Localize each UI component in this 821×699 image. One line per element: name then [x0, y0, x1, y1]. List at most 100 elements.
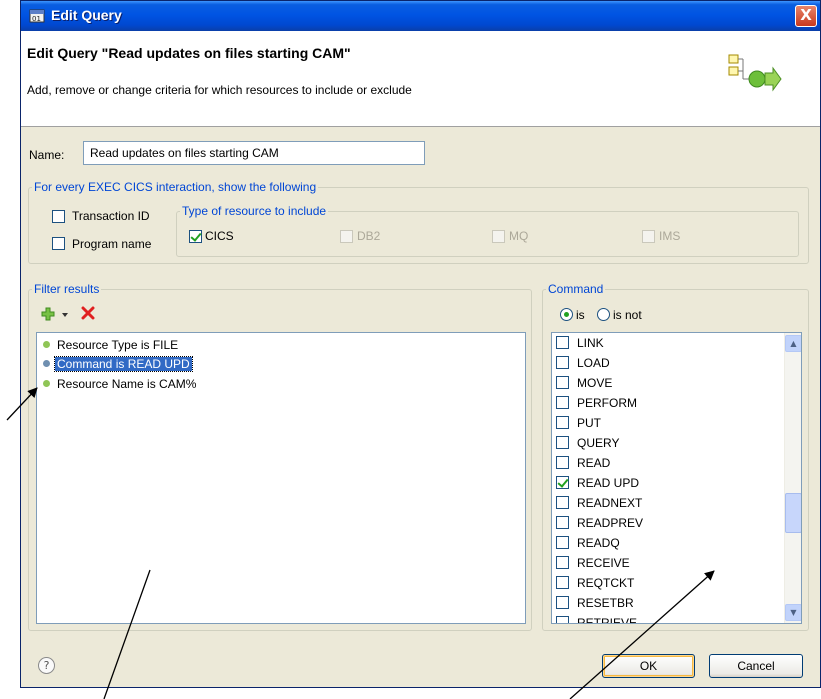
command-item[interactable]: READQ	[552, 533, 782, 553]
program-name-checkbox[interactable]	[52, 237, 65, 250]
command-is-radio[interactable]	[560, 308, 573, 321]
command-legend: Command	[546, 282, 606, 296]
command-item[interactable]: READPREV	[552, 513, 782, 533]
command-label: LOAD	[577, 356, 610, 370]
mq-checkbox	[492, 230, 505, 243]
command-checkbox[interactable]	[556, 336, 569, 349]
cics-label: CICS	[205, 229, 234, 243]
command-checkbox[interactable]	[556, 536, 569, 549]
command-label: READ	[577, 456, 611, 470]
cancel-button[interactable]: Cancel	[709, 654, 803, 678]
command-checkbox[interactable]	[556, 376, 569, 389]
command-label: READPREV	[577, 516, 644, 530]
svg-text:01: 01	[32, 15, 41, 23]
command-item[interactable]: PUT	[552, 413, 782, 433]
help-icon[interactable]: ?	[38, 657, 55, 674]
command-label: MOVE	[577, 376, 613, 390]
ims-checkbox	[642, 230, 655, 243]
filter-item-label: Command is READ UPD	[54, 356, 193, 372]
command-label: PUT	[577, 416, 601, 430]
filter-item-dot-icon	[43, 360, 50, 367]
transaction-id-label: Transaction ID	[72, 209, 150, 223]
command-label: READNEXT	[577, 496, 643, 510]
plus-icon[interactable]	[41, 307, 55, 321]
filter-item-label: Resource Type is FILE	[57, 338, 179, 352]
command-checkbox[interactable]	[556, 456, 569, 469]
title-bar: 01 Edit Query X	[21, 1, 820, 31]
command-item[interactable]: REQTCKT	[552, 573, 782, 593]
filter-item-label: Resource Name is CAM%	[57, 377, 197, 391]
command-group: Command is is not LINK LOAD MOVE PERFORM PUT…	[542, 282, 809, 631]
mq-label: MQ	[509, 229, 529, 243]
db2-label: DB2	[357, 229, 381, 243]
filter-item-command[interactable]: Command is READ UPD	[43, 356, 193, 373]
filter-results-legend: Filter results	[32, 282, 102, 296]
command-item[interactable]: READNEXT	[552, 493, 782, 513]
command-checkbox[interactable]	[556, 416, 569, 429]
filter-item-resource-name[interactable]: Resource Name is CAM%	[43, 377, 198, 393]
command-checkbox[interactable]	[556, 436, 569, 449]
command-checkbox[interactable]	[556, 356, 569, 369]
command-list[interactable]: LINK LOAD MOVE PERFORM PUT QUERY READ READ UPD R…	[551, 332, 802, 624]
interaction-group: For every EXEC CICS interaction, show th…	[28, 180, 809, 264]
command-is-label: is	[576, 308, 585, 322]
command-item[interactable]: PERFORM	[552, 393, 782, 413]
command-item[interactable]: READ	[552, 453, 782, 473]
command-label: PERFORM	[577, 396, 637, 410]
command-is-not-radio[interactable]	[597, 308, 610, 321]
filter-item-resource-type[interactable]: Resource Type is FILE	[43, 338, 180, 354]
filter-results-group: Filter results Resource Type is FILE Com…	[28, 282, 532, 631]
command-checkbox[interactable]	[556, 396, 569, 409]
name-label: Name:	[29, 148, 65, 162]
query-app-icon: 01	[29, 9, 45, 23]
command-is-not-label: is not	[613, 308, 642, 322]
command-item[interactable]: RECEIVE	[552, 553, 782, 573]
command-list-scrollbar[interactable]: ▲ ▼	[784, 333, 801, 623]
window-title: Edit Query	[51, 7, 122, 23]
interaction-group-legend: For every EXEC CICS interaction, show th…	[32, 180, 319, 194]
command-item[interactable]: RESETBR	[552, 593, 782, 613]
edit-query-dialog: 01 Edit Query X Edit Query "Read updates…	[20, 0, 821, 688]
command-checkbox[interactable]	[556, 576, 569, 589]
name-input[interactable]: Read updates on files starting CAM	[83, 141, 425, 165]
command-label: RESETBR	[577, 596, 634, 610]
command-item[interactable]: RETRIEVE	[552, 613, 782, 624]
dialog-banner: Edit Query "Read updates on files starti…	[21, 31, 820, 127]
red-x-icon[interactable]	[81, 306, 95, 320]
db2-checkbox	[340, 230, 353, 243]
resource-type-group: Type of resource to include CICS DB2 MQ …	[176, 204, 799, 257]
filter-item-dot-icon	[43, 380, 50, 387]
command-item[interactable]: READ UPD	[552, 473, 782, 493]
command-checkbox[interactable]	[556, 616, 569, 623]
banner-description: Add, remove or change criteria for which…	[27, 83, 412, 97]
command-checkbox[interactable]	[556, 496, 569, 509]
command-checkbox[interactable]	[556, 556, 569, 569]
close-button[interactable]: X	[795, 5, 817, 27]
dropdown-arrow-icon[interactable]	[61, 311, 69, 319]
command-label: LINK	[577, 336, 604, 350]
command-checkbox[interactable]	[556, 516, 569, 529]
query-wizard-icon	[728, 54, 782, 92]
command-label: RETRIEVE	[577, 616, 638, 624]
ims-label: IMS	[659, 229, 681, 243]
scroll-down-icon[interactable]: ▼	[785, 604, 801, 621]
cics-checkbox[interactable]	[189, 230, 202, 243]
command-label: READ UPD	[577, 476, 640, 490]
filter-results-list[interactable]: Resource Type is FILE Command is READ UP…	[36, 332, 526, 624]
scroll-up-icon[interactable]: ▲	[785, 335, 801, 352]
command-item[interactable]: LINK	[552, 333, 782, 353]
command-item[interactable]: MOVE	[552, 373, 782, 393]
command-label: REQTCKT	[577, 576, 635, 590]
command-checkbox[interactable]	[556, 596, 569, 609]
scroll-thumb[interactable]	[785, 493, 801, 533]
command-label: QUERY	[577, 436, 620, 450]
program-name-label: Program name	[72, 237, 152, 251]
command-item[interactable]: LOAD	[552, 353, 782, 373]
resource-type-legend: Type of resource to include	[180, 204, 329, 218]
transaction-id-checkbox[interactable]	[52, 210, 65, 223]
filter-item-dot-icon	[43, 341, 50, 348]
command-item[interactable]: QUERY	[552, 433, 782, 453]
ok-button[interactable]: OK	[602, 654, 695, 678]
banner-title: Edit Query "Read updates on files starti…	[27, 45, 351, 61]
command-checkbox[interactable]	[556, 476, 569, 489]
